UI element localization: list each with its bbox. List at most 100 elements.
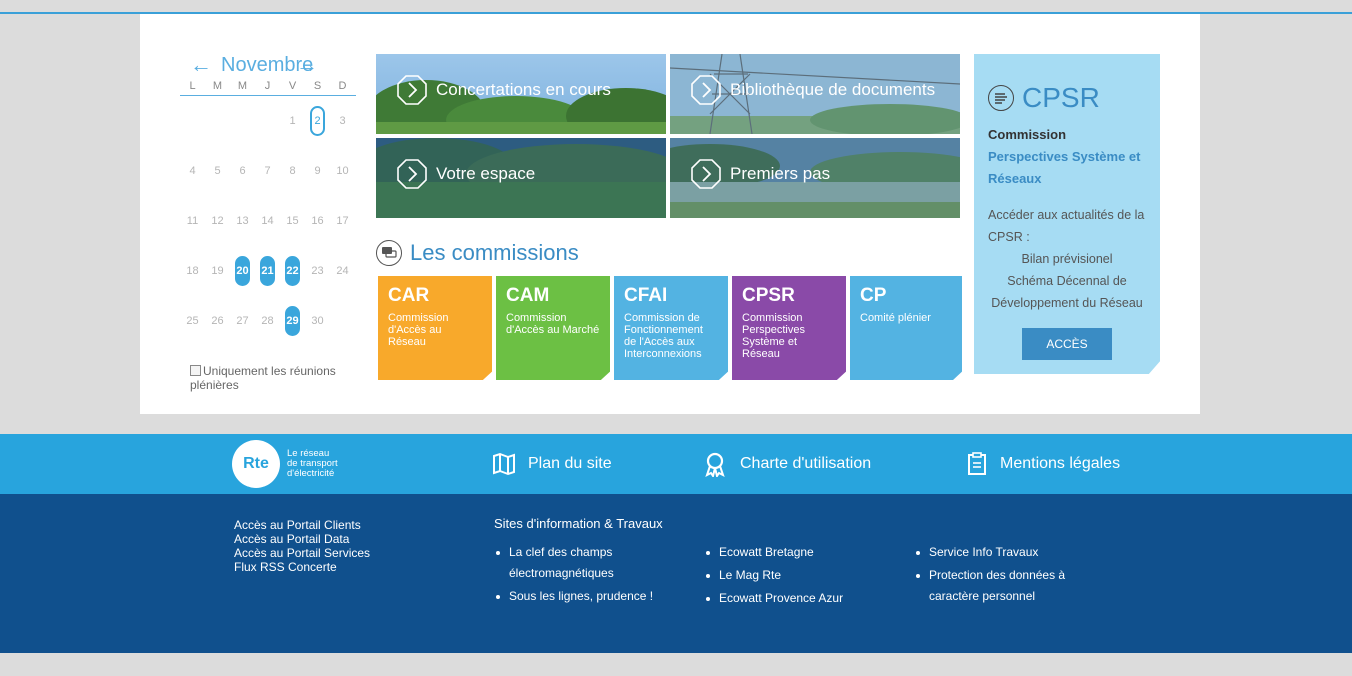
portal-link[interactable]: Accès au Portail Data: [234, 532, 370, 546]
calendar-day-number: 17: [336, 215, 349, 227]
rte-logo[interactable]: Rte Le réseau de transport d'électricité: [232, 440, 338, 488]
calendar-day[interactable]: 26: [205, 296, 230, 346]
calendar-day[interactable]: 2: [305, 96, 330, 146]
commission-abbr: CPSR: [742, 285, 795, 306]
sitemap-link[interactable]: Plan du site: [492, 434, 612, 494]
site-link[interactable]: Ecowatt Provence Azur: [704, 588, 874, 609]
commission-card-cam[interactable]: CAM Commission d'Accès au Marché: [496, 276, 610, 380]
calendar-day[interactable]: 9: [305, 146, 330, 196]
calendar-day[interactable]: 8: [280, 146, 305, 196]
calendar-day[interactable]: 12: [205, 196, 230, 246]
site-link[interactable]: Service Info Travaux: [914, 542, 1084, 563]
calendar-day[interactable]: 20: [230, 246, 255, 296]
calendar: ← Novembre → L M M J V S D 1 2 3 4 5 6 7 8 9 10 11…: [180, 52, 356, 346]
weekday: D: [338, 80, 347, 92]
calendar-day[interactable]: 21: [255, 246, 280, 296]
commission-card-cp[interactable]: CP Comité plénier: [850, 276, 962, 380]
calendar-day[interactable]: 14: [255, 196, 280, 246]
calendar-day[interactable]: 28: [255, 296, 280, 346]
site-link[interactable]: Protection des données à caractère perso…: [914, 565, 1084, 607]
cpsr-subtitle-a: Commission: [988, 127, 1067, 142]
commission-desc: Commission d'Accès au Marché: [506, 312, 600, 336]
portal-link[interactable]: Accès au Portail Clients: [234, 518, 370, 532]
calendar-day[interactable]: 29: [280, 296, 305, 346]
plenary-checkbox[interactable]: [190, 365, 201, 376]
calendar-day[interactable]: 17: [330, 196, 355, 246]
calendar-day[interactable]: 4: [180, 146, 205, 196]
legal-link[interactable]: Mentions légales: [966, 434, 1120, 494]
logo-mark: Rte: [232, 440, 280, 488]
calendar-day[interactable]: 22: [280, 246, 305, 296]
calendar-day[interactable]: 10: [330, 146, 355, 196]
calendar-day-number: 21: [260, 256, 275, 286]
calendar-day: [330, 296, 355, 346]
calendar-day[interactable]: 1: [280, 96, 305, 146]
calendar-day[interactable]: 13: [230, 196, 255, 246]
commission-desc: Commission d'Accès au Réseau: [388, 312, 449, 348]
calendar-day[interactable]: 24: [330, 246, 355, 296]
chevron-right-icon: [691, 75, 721, 105]
calendar-day[interactable]: 3: [330, 96, 355, 146]
site-link[interactable]: Sous les lignes, prudence !: [494, 586, 664, 607]
tile-label: Premiers pas: [730, 164, 831, 183]
calendar-day[interactable]: 5: [205, 146, 230, 196]
tile-bibliotheque[interactable]: Bibliothèque de documents: [670, 54, 960, 134]
arrow-left-icon[interactable]: ←: [190, 52, 212, 78]
sites-column-3: Service Info Travaux Protection des donn…: [914, 542, 1084, 609]
calendar-day-number: 8: [289, 165, 296, 177]
calendar-day[interactable]: 23: [305, 246, 330, 296]
calendar-day[interactable]: 16: [305, 196, 330, 246]
calendar-day-number: 6: [239, 165, 246, 177]
calendar-day[interactable]: 18: [180, 246, 205, 296]
plenary-checkbox-label: Uniquement les réunions plénières: [190, 364, 336, 392]
commission-card-car[interactable]: CAR Commission d'Accès au Réseau: [378, 276, 492, 380]
weekday: L: [189, 80, 196, 92]
arrow-right-icon[interactable]: →: [296, 52, 318, 78]
calendar-day-number: 12: [211, 215, 224, 227]
tile-premiers-pas[interactable]: Premiers pas: [670, 138, 960, 218]
footer-nav: Rte Le réseau de transport d'électricité…: [0, 434, 1352, 494]
portal-link[interactable]: Accès au Portail Services: [234, 546, 370, 560]
weekday: S: [313, 80, 322, 92]
calendar-day[interactable]: 6: [230, 146, 255, 196]
sites-title: Sites d'information & Travaux: [494, 516, 663, 531]
commission-card-cfai[interactable]: CFAI Commission de Fonctionnement de l'A…: [614, 276, 728, 380]
cpsr-subtitle-b: Perspectives Système et Réseaux: [988, 149, 1141, 186]
calendar-day-number: 13: [236, 215, 249, 227]
weekday: M: [212, 80, 223, 92]
calendar-day[interactable]: 11: [180, 196, 205, 246]
site-link[interactable]: Ecowatt Bretagne: [704, 542, 874, 563]
commission-desc: Commission de Fonctionnement de l'Accès …: [624, 312, 703, 360]
calendar-day[interactable]: 19: [205, 246, 230, 296]
calendar-day[interactable]: 15: [280, 196, 305, 246]
site-link[interactable]: La clef des champs électromagnétiques: [494, 542, 664, 584]
commission-desc: Commission Perspectives Système et Résea…: [742, 312, 805, 360]
chevron-right-icon: [397, 159, 427, 189]
calendar-day[interactable]: 25: [180, 296, 205, 346]
calendar-day: [230, 96, 255, 146]
tile-votre-espace[interactable]: Votre espace: [376, 138, 666, 218]
tile-label: Bibliothèque de documents: [730, 80, 936, 99]
calendar-header: ← Novembre →: [180, 52, 356, 78]
access-button[interactable]: ACCÈS: [1022, 328, 1112, 360]
charter-link[interactable]: Charte d'utilisation: [702, 434, 871, 494]
commission-abbr: CFAI: [624, 285, 668, 306]
commission-card-cpsr[interactable]: CPSR Commission Perspectives Système et …: [732, 276, 846, 380]
cpsr-subtitle: Commission Perspectives Système et Résea…: [988, 124, 1146, 190]
tile-concertations[interactable]: Concertations en cours: [376, 54, 666, 134]
calendar-day[interactable]: 7: [255, 146, 280, 196]
cpsr-panel: CPSR Commission Perspectives Système et …: [974, 54, 1160, 374]
calendar-day-number: 19: [211, 265, 224, 277]
award-icon: [705, 452, 725, 477]
calendar-day[interactable]: 30: [305, 296, 330, 346]
site-link[interactable]: Le Mag Rte: [704, 565, 874, 586]
calendar-day-number: 26: [211, 315, 224, 327]
calendar-day[interactable]: 27: [230, 296, 255, 346]
rss-link[interactable]: Flux RSS Concerte: [234, 560, 370, 574]
charter-label: Charte d'utilisation: [740, 455, 872, 472]
footer-links: Accès au Portail Clients Accès au Portai…: [0, 494, 1352, 653]
calendar-day-number: 14: [261, 215, 274, 227]
legal-label: Mentions légales: [1000, 455, 1121, 472]
plenary-filter[interactable]: Uniquement les réunions plénières: [190, 364, 360, 392]
commissions-title: Les commissions: [410, 240, 579, 265]
